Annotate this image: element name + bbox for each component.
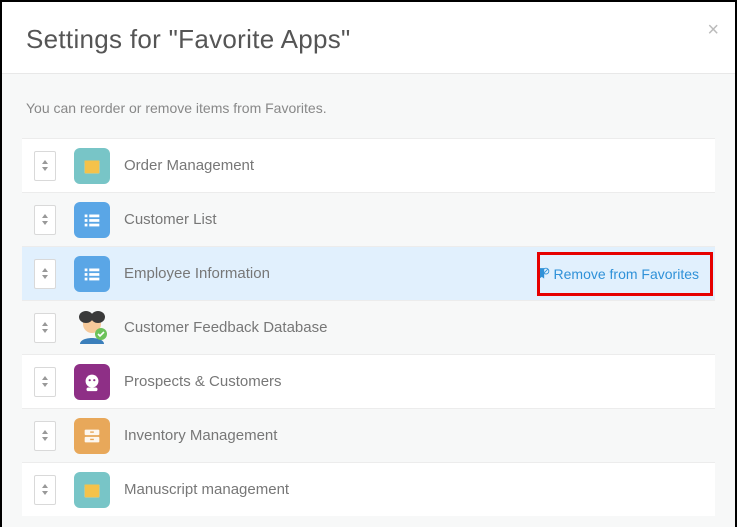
- drag-handle-icon[interactable]: [34, 475, 56, 505]
- drag-handle-icon[interactable]: [34, 151, 56, 181]
- dialog-description: You can reorder or remove items from Fav…: [26, 100, 715, 116]
- drag-handle-icon[interactable]: [34, 367, 56, 397]
- favorites-row[interactable]: Order Management: [22, 138, 715, 192]
- dialog-body: You can reorder or remove items from Fav…: [2, 74, 735, 527]
- drag-handle-icon[interactable]: [34, 205, 56, 235]
- favorites-item-label: Customer Feedback Database: [124, 319, 703, 336]
- avatar-icon: [74, 310, 110, 346]
- favorites-item-label: Order Management: [124, 157, 703, 174]
- drag-handle-icon[interactable]: [34, 313, 56, 343]
- favorites-row[interactable]: Employee InformationRemove from Favorite…: [22, 246, 715, 300]
- favorites-item-label: Customer List: [124, 211, 703, 228]
- favorites-row[interactable]: Customer Feedback Database: [22, 300, 715, 354]
- favorites-row[interactable]: Manuscript management: [22, 462, 715, 516]
- drag-handle-icon[interactable]: [34, 259, 56, 289]
- folder-icon: [74, 472, 110, 508]
- folder-icon: [74, 148, 110, 184]
- favorites-item-label: Manuscript management: [124, 481, 703, 498]
- close-icon[interactable]: ×: [707, 20, 719, 40]
- list-icon: [74, 202, 110, 238]
- dialog-title: Settings for "Favorite Apps": [26, 24, 711, 55]
- face-icon: [74, 364, 110, 400]
- list-icon: [74, 256, 110, 292]
- drawer-icon: [74, 418, 110, 454]
- remove-label: Remove from Favorites: [554, 266, 699, 282]
- favorites-list: Order Management Customer List Employee In…: [22, 138, 715, 516]
- favorites-row[interactable]: Customer List: [22, 192, 715, 246]
- favorites-row[interactable]: Prospects & Customers: [22, 354, 715, 408]
- dialog-header: Settings for "Favorite Apps" ×: [2, 2, 735, 74]
- remove-from-favorites-button[interactable]: Remove from Favorites: [528, 260, 707, 288]
- favorites-row[interactable]: Inventory Management: [22, 408, 715, 462]
- bookmark-remove-icon: [536, 267, 550, 281]
- drag-handle-icon[interactable]: [34, 421, 56, 451]
- favorites-item-label: Inventory Management: [124, 427, 703, 444]
- favorites-item-label: Prospects & Customers: [124, 373, 703, 390]
